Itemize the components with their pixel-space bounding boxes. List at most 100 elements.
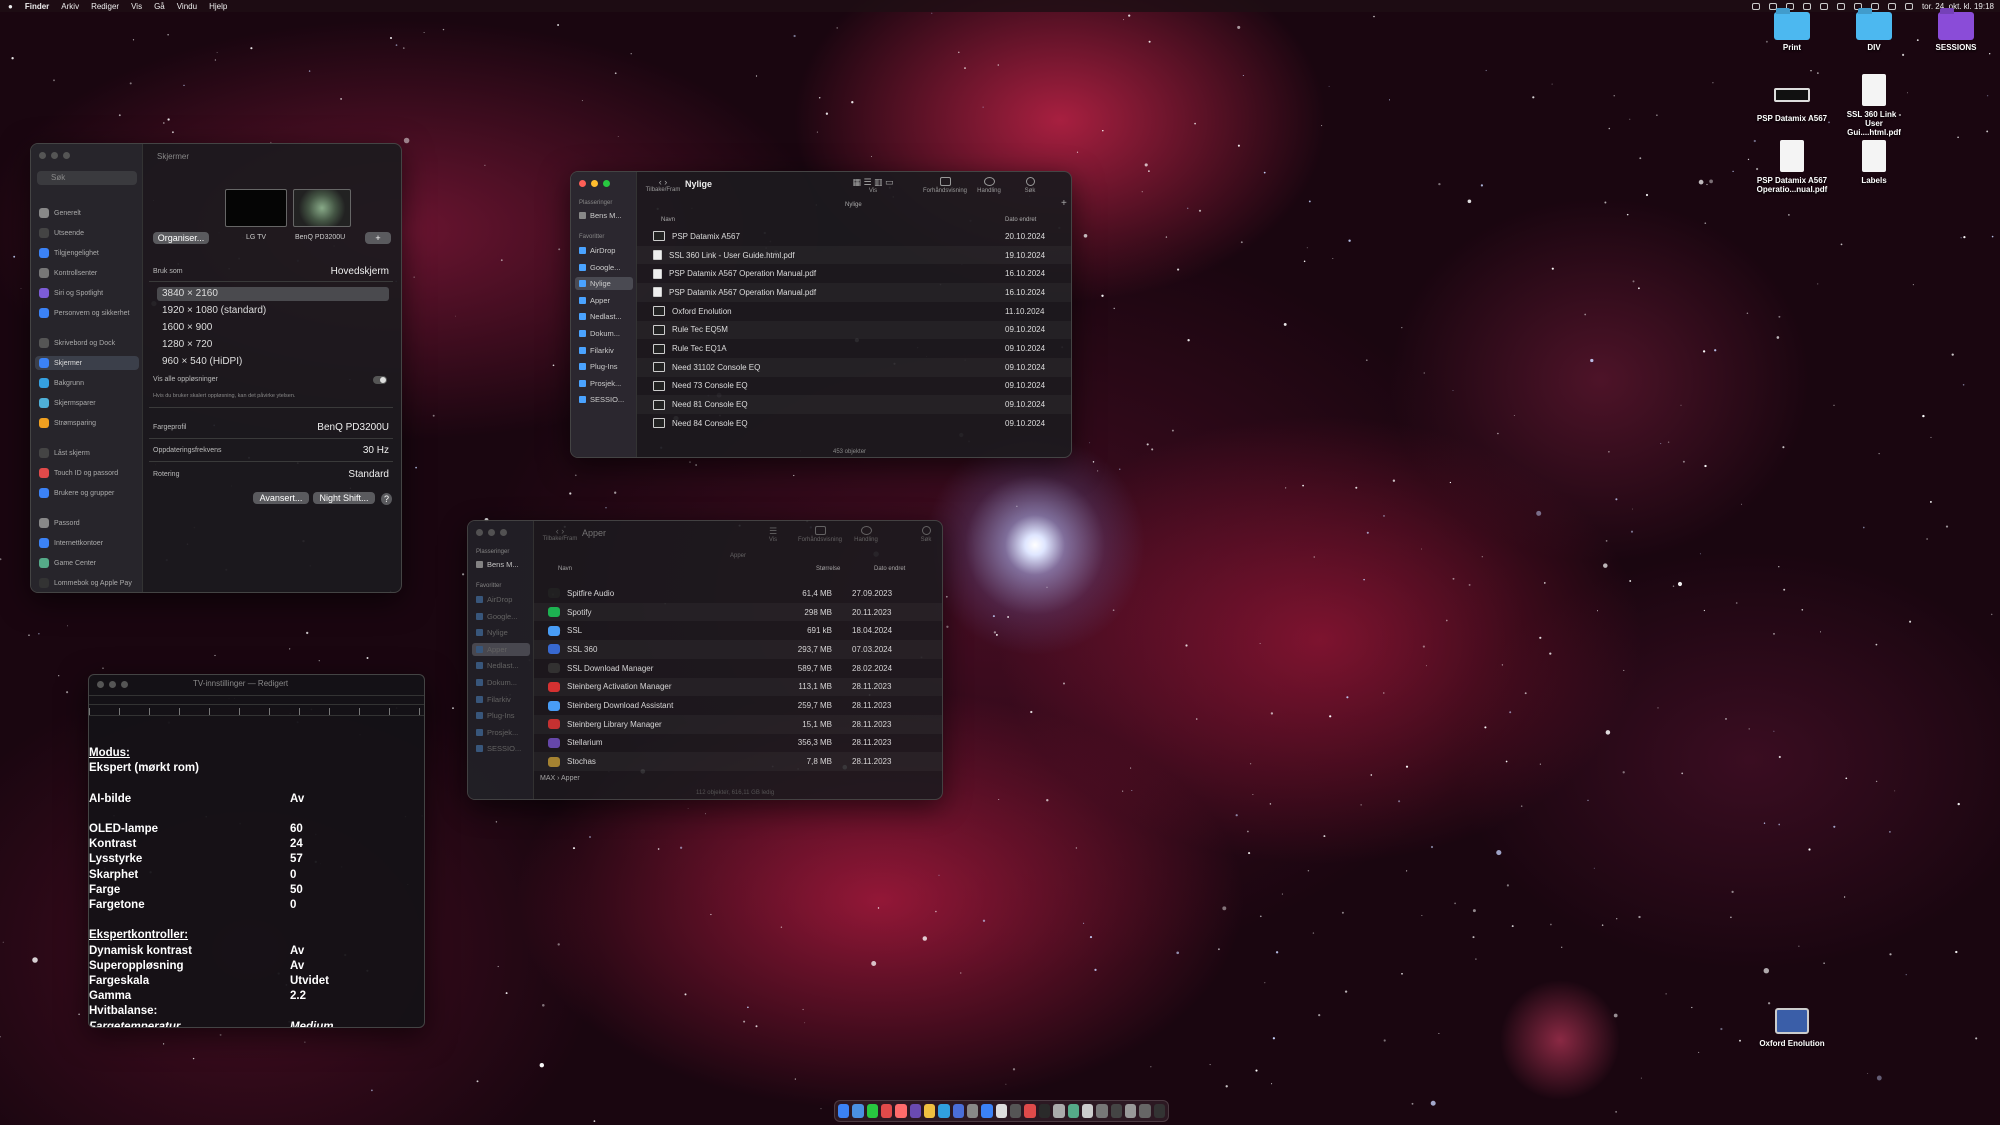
wifi-icon[interactable] <box>1870 2 1879 10</box>
status-icon[interactable] <box>1802 2 1811 10</box>
sidebar-item[interactable]: Plug-Ins <box>575 360 633 373</box>
file-row[interactable]: Need 31102 Console EQ 09.10.2024 <box>637 357 1071 377</box>
dock-app-icon[interactable] <box>1110 1104 1122 1118</box>
menu-vis[interactable]: Vis <box>131 2 142 11</box>
minimize-button[interactable] <box>591 180 598 187</box>
file-row[interactable]: PSP Datamix A567 20.10.2024 <box>637 227 1071 246</box>
volume-icon[interactable] <box>1819 2 1828 10</box>
file-row[interactable]: SSL 360 Link - User Guide.html.pdf 19.10.… <box>637 245 1071 265</box>
sidebar-item[interactable]: Generelt <box>35 206 139 220</box>
dock-app-icon[interactable] <box>938 1104 950 1118</box>
desktop-icon[interactable]: PSP Datamix A567 Operatio...nual.pdf <box>1756 140 1828 194</box>
dock-app-icon[interactable] <box>1096 1104 1108 1118</box>
sidebar-item[interactable]: Plug-Ins <box>472 709 530 722</box>
desktop-icon[interactable]: DIV <box>1838 12 1910 52</box>
sidebar-item[interactable]: Personvern og sikkerhet <box>35 306 139 320</box>
desktop-icon[interactable]: Oxford Enolution <box>1756 1008 1828 1048</box>
menu-vindu[interactable]: Vindu <box>177 2 197 11</box>
organize-button[interactable]: Organiser... <box>153 232 209 244</box>
sidebar-item[interactable]: Dokum... <box>575 327 633 340</box>
use-as-select[interactable]: Hovedskjerm <box>331 266 389 277</box>
sidebar-item[interactable]: Game Center <box>35 556 139 570</box>
sidebar-item[interactable]: Prosjek... <box>575 377 633 390</box>
dock-app-icon[interactable] <box>1067 1104 1079 1118</box>
status-icon[interactable] <box>1751 2 1760 10</box>
sidebar-item[interactable]: Apper <box>472 642 530 656</box>
monitor-benq[interactable] <box>293 189 351 227</box>
dock-app-icon[interactable] <box>924 1104 936 1118</box>
sidebar-item-location[interactable]: Bens M... <box>575 209 633 222</box>
sidebar-item[interactable]: Bakgrunn <box>35 376 139 390</box>
refresh-rate-select[interactable]: 30 Hz <box>363 445 389 456</box>
dock-app-icon[interactable] <box>1081 1104 1094 1118</box>
sidebar-item[interactable]: Google... <box>575 261 633 274</box>
sidebar-item[interactable]: Brukere og grupper <box>35 486 139 500</box>
sidebar-item[interactable]: AirDrop <box>472 593 530 606</box>
menu-rediger[interactable]: Rediger <box>91 2 119 11</box>
zoom-button[interactable] <box>63 152 70 159</box>
dock-app-icon[interactable] <box>852 1104 864 1118</box>
sidebar-item[interactable]: Låst skjerm <box>35 446 139 460</box>
bluetooth-icon[interactable] <box>1836 2 1845 10</box>
file-row[interactable]: Oxford Enolution 11.10.2024 <box>637 302 1071 321</box>
dock-app-icon[interactable] <box>1024 1104 1036 1118</box>
dock-app-icon[interactable] <box>895 1104 907 1118</box>
back-forward-button[interactable]: ‹ › Tilbake/Fram <box>542 526 578 542</box>
sidebar-item[interactable]: Dokum... <box>472 676 530 689</box>
desktop-icon[interactable]: PSP Datamix A567 <box>1756 82 1828 123</box>
close-button[interactable] <box>39 152 46 159</box>
menu-arkiv[interactable]: Arkiv <box>61 2 79 11</box>
search-icon[interactable] <box>1887 2 1896 10</box>
file-row[interactable]: PSP Datamix A567 Operation Manual.pdf 16.… <box>637 264 1071 283</box>
preview-button[interactable]: Forhåndsvisning <box>796 526 844 543</box>
search-button[interactable]: Søk <box>914 526 938 543</box>
menu-finder[interactable]: Finder <box>25 2 49 11</box>
advanced-button[interactable]: Avansert... <box>253 492 309 504</box>
sidebar-item[interactable]: Kontrollsenter <box>35 266 139 280</box>
sidebar-item[interactable]: Touch ID og passord <box>35 466 139 480</box>
add-display-button[interactable]: + <box>365 232 391 244</box>
resolution-option[interactable]: 1600 × 900 <box>157 321 389 335</box>
app-row[interactable]: Steinberg Library Manager 15,1 MB 28.11.20… <box>534 715 942 734</box>
app-row[interactable]: SSL 691 kB 18.04.2024 <box>534 621 942 640</box>
dock-app-icon[interactable] <box>995 1104 1008 1118</box>
sidebar-item[interactable]: Nedlast... <box>575 310 633 323</box>
app-row[interactable]: Steinberg Activation Manager 113,1 MB 28.1… <box>534 678 942 697</box>
sidebar-item[interactable]: Skrivebord og Dock <box>35 336 139 350</box>
resolution-option[interactable]: 1280 × 720 <box>157 338 389 352</box>
new-tab-button[interactable]: + <box>1061 198 1067 209</box>
action-button[interactable]: Handling <box>848 526 884 543</box>
sidebar-item[interactable]: SESSIO... <box>575 393 633 406</box>
dock-app-icon[interactable] <box>1038 1104 1051 1118</box>
monitor-lg-tv[interactable] <box>225 189 287 227</box>
sidebar-item[interactable]: Utseende <box>35 226 139 240</box>
dock-app-icon[interactable] <box>1139 1104 1151 1118</box>
dock-app-icon[interactable] <box>1124 1104 1137 1118</box>
settings-search-input[interactable]: Søk <box>37 171 137 185</box>
dock-app-icon[interactable] <box>1053 1104 1065 1118</box>
sidebar-item[interactable]: Passord <box>35 516 139 530</box>
sidebar-item[interactable]: Google... <box>472 610 530 623</box>
desktop-icon[interactable]: SESSIONS <box>1920 12 1992 52</box>
show-all-toggle[interactable] <box>373 376 387 384</box>
rotation-select[interactable]: Standard <box>348 469 389 480</box>
menu-hjelp[interactable]: Hjelp <box>209 2 227 11</box>
file-row[interactable]: Rule Tec EQ5M 09.10.2024 <box>637 320 1071 340</box>
app-row[interactable]: SSL Download Manager 589,7 MB 28.02.2024 <box>534 659 942 678</box>
sidebar-item[interactable]: Skjermer <box>35 356 139 370</box>
control-center-icon[interactable] <box>1904 2 1913 10</box>
dock-app-icon[interactable] <box>1010 1104 1022 1118</box>
app-row[interactable]: Stochas 7,8 MB 28.11.2023 <box>534 752 942 771</box>
resolution-option[interactable]: 3840 × 2160 <box>157 287 389 301</box>
view-mode-control[interactable]: ▦ ☰ ▥ ▭ Vis <box>833 177 913 194</box>
file-row[interactable]: Need 81 Console EQ 09.10.2024 <box>637 395 1071 414</box>
dock-app-icon[interactable] <box>909 1104 922 1118</box>
sidebar-item[interactable]: Filarkiv <box>575 344 633 357</box>
dock-app-icon[interactable] <box>967 1104 979 1118</box>
back-forward-button[interactable]: ‹ › Tilbake/Fram <box>645 177 681 193</box>
preview-button[interactable]: Forhåndsvisning <box>921 177 969 194</box>
desktop-icon[interactable]: Labels <box>1838 140 1910 185</box>
file-row[interactable]: Rule Tec EQ1A 09.10.2024 <box>637 339 1071 358</box>
file-row[interactable]: Need 73 Console EQ 09.10.2024 <box>637 377 1071 396</box>
path-segment[interactable]: Apper <box>561 775 580 782</box>
